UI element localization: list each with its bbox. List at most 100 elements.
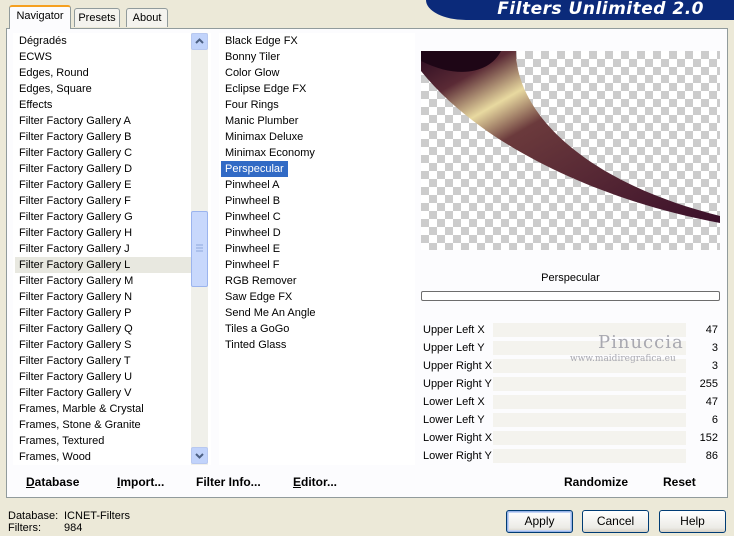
category-scrollbar[interactable] (191, 33, 208, 465)
parameter-value[interactable]: 47 (706, 321, 718, 339)
parameter-value[interactable]: 152 (700, 429, 718, 447)
help-button[interactable]: Help (659, 510, 726, 533)
parameter-slider[interactable] (493, 431, 686, 445)
category-item[interactable]: Frames, Wood (15, 449, 191, 465)
scroll-up-button[interactable] (191, 33, 208, 50)
reset-button[interactable]: Reset (663, 475, 696, 489)
chevron-down-icon (195, 453, 204, 459)
category-item[interactable]: Filter Factory Gallery P (15, 305, 191, 321)
filter-item[interactable]: Pinwheel F (221, 257, 411, 273)
status-filters-value: 984 (64, 522, 83, 534)
watermark-name: Pinuccia (598, 332, 684, 353)
category-item[interactable]: Filter Factory Gallery H (15, 225, 191, 241)
parameter-slider[interactable] (493, 413, 686, 427)
category-item[interactable]: Filter Factory Gallery S (15, 337, 191, 353)
category-item[interactable]: Filter Factory Gallery J (15, 241, 191, 257)
parameter-label: Upper Left X (423, 324, 485, 336)
parameter-value[interactable]: 47 (706, 393, 718, 411)
parameter-row[interactable]: Lower Right Y 86 (421, 447, 720, 465)
filter-item[interactable]: Pinwheel A (221, 177, 411, 193)
tab-navigator[interactable]: Navigator (9, 5, 71, 29)
category-item[interactable]: ECWS (15, 49, 191, 65)
category-item[interactable]: Filter Factory Gallery A (15, 113, 191, 129)
filter-item[interactable]: Minimax Deluxe (221, 129, 411, 145)
preview-image (421, 51, 720, 223)
filter-item[interactable]: Send Me An Angle (221, 305, 411, 321)
parameter-label: Upper Left Y (423, 342, 485, 354)
chevron-up-icon (195, 38, 204, 44)
filter-item[interactable]: Eclipse Edge FX (221, 81, 411, 97)
filter-name-label: Perspecular (541, 272, 600, 284)
filter-list[interactable]: Black Edge FX Bonny Tiler Color Glow Eclips… (219, 33, 415, 465)
filter-item[interactable]: Tiles a GoGo (221, 321, 411, 337)
parameter-value[interactable]: 3 (712, 357, 718, 375)
parameter-value[interactable]: 3 (712, 339, 718, 357)
parameter-value[interactable]: 86 (706, 447, 718, 465)
category-item[interactable]: Dégradés (15, 33, 191, 49)
category-item[interactable]: Edges, Square (15, 81, 191, 97)
database-button[interactable]: Database (26, 475, 79, 489)
filter-item[interactable]: Minimax Economy (221, 145, 411, 161)
category-item[interactable]: Filter Factory Gallery G (15, 209, 191, 225)
category-item[interactable]: Filter Factory Gallery B (15, 129, 191, 145)
category-item[interactable]: Frames, Textured (15, 433, 191, 449)
status-filters-label: Filters: (8, 522, 41, 534)
parameter-label: Lower Right Y (423, 450, 492, 462)
category-item[interactable]: Filter Factory Gallery T (15, 353, 191, 369)
category-item[interactable]: Filter Factory Gallery F (15, 193, 191, 209)
category-item[interactable]: Frames, Marble & Crystal (15, 401, 191, 417)
parameter-slider[interactable] (493, 377, 686, 391)
category-item[interactable]: Effects (15, 97, 191, 113)
randomize-button[interactable]: Randomize (564, 475, 628, 489)
scroll-thumb[interactable] (191, 211, 208, 287)
tab-presets[interactable]: Presets (74, 8, 120, 27)
category-item[interactable]: Filter Factory Gallery L (15, 257, 191, 273)
editor-button[interactable]: Editor... (293, 475, 337, 489)
category-item[interactable]: Filter Factory Gallery U (15, 369, 191, 385)
parameter-label: Upper Right X (423, 360, 493, 372)
filter-item[interactable]: Tinted Glass (221, 337, 411, 353)
filter-item[interactable]: Pinwheel D (221, 225, 411, 241)
filter-item[interactable]: RGB Remover (221, 273, 411, 289)
category-item[interactable]: Frames, Stone & Granite (15, 417, 191, 433)
scroll-down-button[interactable] (191, 447, 208, 464)
category-item[interactable]: Filter Factory Gallery Q (15, 321, 191, 337)
parameter-slider[interactable] (493, 395, 686, 409)
parameter-row[interactable]: Upper Right Y 255 (421, 375, 720, 393)
app-title: Filters Unlimited 2.0 (497, 0, 704, 19)
filter-item[interactable]: Perspecular (221, 161, 288, 177)
category-item[interactable]: Filter Factory Gallery E (15, 177, 191, 193)
import-button[interactable]: Import... (117, 475, 164, 489)
category-item[interactable]: Filter Factory Gallery N (15, 289, 191, 305)
category-item[interactable]: Filter Factory Gallery C (15, 145, 191, 161)
watermark-url: www.maidiregrafica.eu (570, 354, 676, 364)
filter-item[interactable]: Saw Edge FX (221, 289, 411, 305)
category-item[interactable]: Filter Factory Gallery M (15, 273, 191, 289)
category-list[interactable]: Dégradés ECWS Edges, Round Edges, Square Eff… (13, 33, 211, 465)
filter-item[interactable]: Color Glow (221, 65, 411, 81)
category-item[interactable]: Filter Factory Gallery D (15, 161, 191, 177)
parameter-label: Lower Left X (423, 396, 485, 408)
filter-item[interactable]: Bonny Tiler (221, 49, 411, 65)
app-banner: Filters Unlimited 2.0 (426, 0, 734, 20)
parameter-row[interactable]: Lower Right X 152 (421, 429, 720, 447)
category-item[interactable]: Filter Factory Gallery V (15, 385, 191, 401)
parameter-label: Upper Right Y (423, 378, 492, 390)
filter-item[interactable]: Pinwheel E (221, 241, 411, 257)
progress-bar (421, 291, 720, 301)
category-item[interactable]: Edges, Round (15, 65, 191, 81)
filter-item[interactable]: Pinwheel B (221, 193, 411, 209)
parameter-row[interactable]: Lower Left Y 6 (421, 411, 720, 429)
filter-item[interactable]: Four Rings (221, 97, 411, 113)
filter-item[interactable]: Black Edge FX (221, 33, 411, 49)
filter-info-button[interactable]: Filter Info... (196, 475, 261, 489)
cancel-button[interactable]: Cancel (582, 510, 649, 533)
parameter-slider[interactable] (493, 449, 686, 463)
parameter-row[interactable]: Lower Left X 47 (421, 393, 720, 411)
parameter-value[interactable]: 6 (712, 411, 718, 429)
parameter-value[interactable]: 255 (700, 375, 718, 393)
tab-about[interactable]: About (126, 8, 168, 27)
apply-button[interactable]: Apply (506, 510, 573, 533)
filter-item[interactable]: Pinwheel C (221, 209, 411, 225)
filter-item[interactable]: Manic Plumber (221, 113, 411, 129)
